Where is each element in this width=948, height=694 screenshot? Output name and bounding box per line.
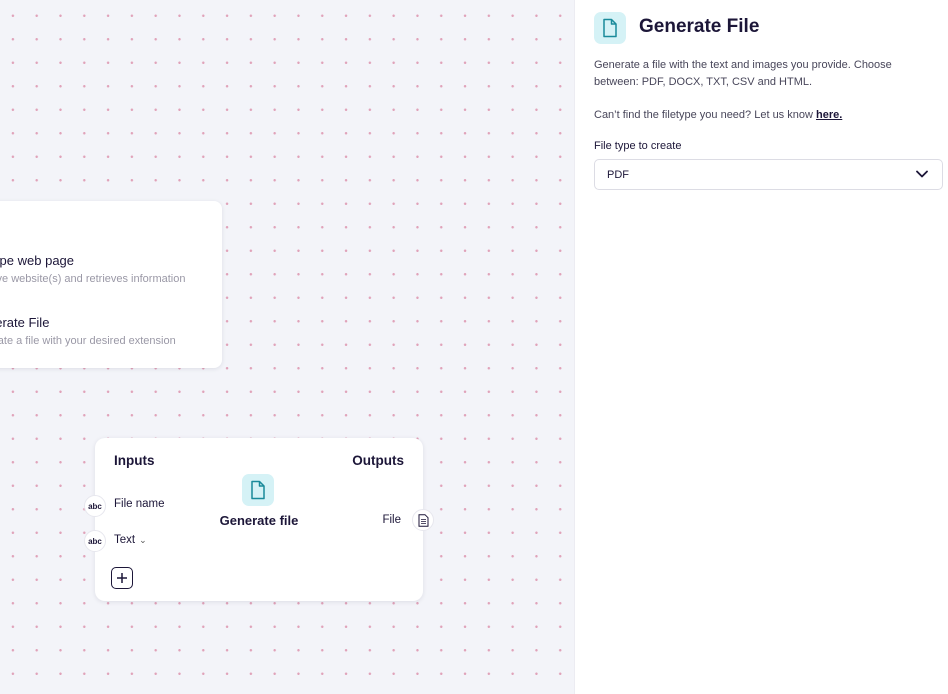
outputs-header: Outputs <box>352 453 404 468</box>
generate-file-node[interactable]: Inputs Outputs Generate file abc File na… <box>84 438 434 601</box>
file-type-value: PDF <box>607 169 629 181</box>
file-icon <box>242 474 274 506</box>
input-port-file-name[interactable]: abc <box>84 495 106 517</box>
output-label-file: File <box>382 514 401 526</box>
plus-icon <box>117 573 127 583</box>
menu-item-description: eive website(s) and retrieves informatio… <box>0 273 186 285</box>
menu-item-title: rape web page <box>0 253 75 268</box>
file-icon <box>594 12 626 44</box>
help-link[interactable]: here. <box>816 109 842 121</box>
panel-title: Generate File <box>639 16 760 37</box>
input-label-text: Text <box>114 534 136 546</box>
chevron-down-icon: ⌄ <box>139 535 147 545</box>
file-type-select[interactable]: PDF <box>594 159 943 190</box>
chevron-down-icon <box>916 170 928 178</box>
menu-item-title: nerate File <box>0 315 50 330</box>
node-title: Generate file <box>219 513 299 528</box>
add-input-button[interactable] <box>111 567 133 589</box>
output-port-file[interactable] <box>412 509 434 531</box>
help-text: Can’t find the filetype you need? Let us… <box>594 109 816 121</box>
inputs-header: Inputs <box>114 453 155 468</box>
node-type-menu: rape web page eive website(s) and retrie… <box>0 201 222 368</box>
panel-description: Generate a file with the text and images… <box>594 59 892 88</box>
input-label-file-name: File name <box>114 498 165 510</box>
file-type-label: File type to create <box>594 140 682 152</box>
filetype-help-text: Can’t find the filetype you need? Let us… <box>594 109 842 121</box>
node-settings-panel: Generate File Generate a file with the t… <box>574 0 948 694</box>
input-text-selector[interactable]: Text ⌄ <box>114 534 147 546</box>
input-port-text[interactable]: abc <box>84 530 106 552</box>
document-icon <box>418 513 428 527</box>
workflow-canvas[interactable]: rape web page eive website(s) and retrie… <box>0 0 574 694</box>
menu-item-description: erate a file with your desired extension <box>0 335 176 347</box>
